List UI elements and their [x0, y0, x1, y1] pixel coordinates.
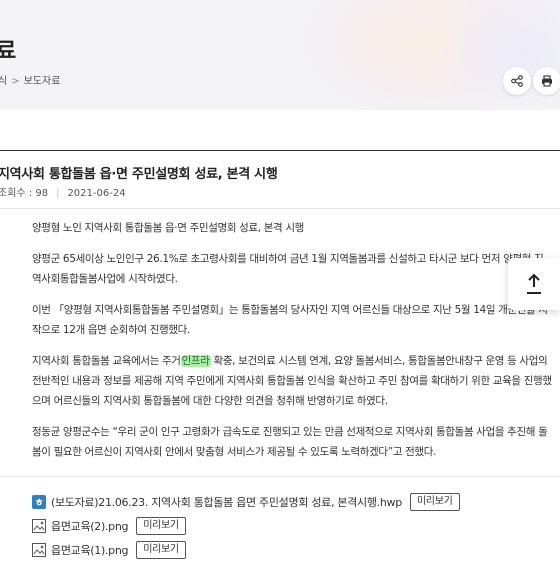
image-file-icon — [32, 519, 46, 533]
preview-button[interactable]: 미리보기 — [409, 493, 460, 511]
attachment-item: ㅎ (보도자료)21.06.23. 지역사회 통합돌봄 읍면 주민설명회 성료,… — [32, 490, 560, 514]
paragraph-1: 양평형 노인 지역사회 통합돌봄 읍·면 주민설명회 성료, 본격 시행 — [32, 222, 304, 234]
share-button[interactable] — [503, 67, 531, 95]
view-count: 조회수 : 98 — [0, 188, 49, 199]
attachment-filename[interactable]: 읍면교육(2).png — [51, 518, 129, 534]
page-title: 료 — [0, 39, 17, 64]
preview-button[interactable]: 미리보기 — [136, 517, 186, 535]
attachment-filename[interactable]: 읍면교육(1).png — [51, 542, 129, 558]
paragraph-5: 정동균 양평군수는 “우리 군이 인구 고령화가 급속도로 진행되고 있는 만큼… — [32, 426, 548, 458]
attachment-list: ㅎ (보도자료)21.06.23. 지역사회 통합돌봄 읍면 주민설명회 성료,… — [32, 490, 560, 562]
hwp-file-icon: ㅎ — [32, 495, 46, 509]
image-file-icon — [32, 543, 46, 557]
attachments-divider — [0, 476, 560, 477]
print-button[interactable] — [533, 67, 560, 95]
post-meta: 조회수 : 98 | 2021-06-24 — [0, 184, 126, 199]
post-body: 양평형 노인 지역사회 통합돌봄 읍·면 주민설명회 성료, 본격 시행 양평군… — [32, 218, 552, 473]
breadcrumb-current[interactable]: 보도자료 — [24, 76, 61, 87]
post-title: 지역사회 통합돌봄 읍·면 주민설명회 성료, 본격 시행 — [0, 167, 278, 182]
meta-separator: | — [56, 188, 60, 199]
share-icon — [511, 75, 523, 87]
page-hero: 료 식 > 보도자료 — [0, 0, 560, 110]
arrow-up-icon — [527, 273, 541, 294]
breadcrumb-separator: > — [11, 76, 20, 87]
post-date: 2021-06-24 — [67, 188, 126, 199]
highlighted-term: 인프라 — [180, 355, 211, 367]
paragraph-3: 이번 「양평형 지역사회통합돌봄 주민설명회」는 통합돌봄의 당사자인 지역 어… — [32, 304, 548, 336]
paragraph-4: 지역사회 통합돌봄 교육에서는 주거인프라 확충, 보건의료 시스템 연계, 요… — [32, 351, 552, 411]
scroll-to-top-button[interactable] — [508, 258, 560, 310]
attachment-item: 읍면교육(2).png 미리보기 — [32, 514, 560, 538]
attachment-item: 읍면교육(1).png 미리보기 — [32, 538, 560, 562]
attachment-filename[interactable]: (보도자료)21.06.23. 지역사회 통합돌봄 읍면 주민설명회 성료, 본… — [51, 494, 402, 510]
breadcrumb: 식 > 보도자료 — [0, 72, 60, 87]
paragraph-4-start: 지역사회 통합돌봄 교육에서는 주거 — [32, 355, 181, 367]
paragraph-2: 양평군 65세이상 노인인구 26.1%로 초고령사회를 대비하여 금년 1월 … — [32, 253, 544, 285]
svg-text:ㅎ: ㅎ — [35, 497, 44, 509]
top-divider — [0, 150, 560, 151]
content-divider — [0, 208, 560, 209]
preview-button[interactable]: 미리보기 — [136, 541, 186, 559]
print-icon — [542, 75, 552, 87]
breadcrumb-prev[interactable]: 식 — [0, 76, 7, 87]
